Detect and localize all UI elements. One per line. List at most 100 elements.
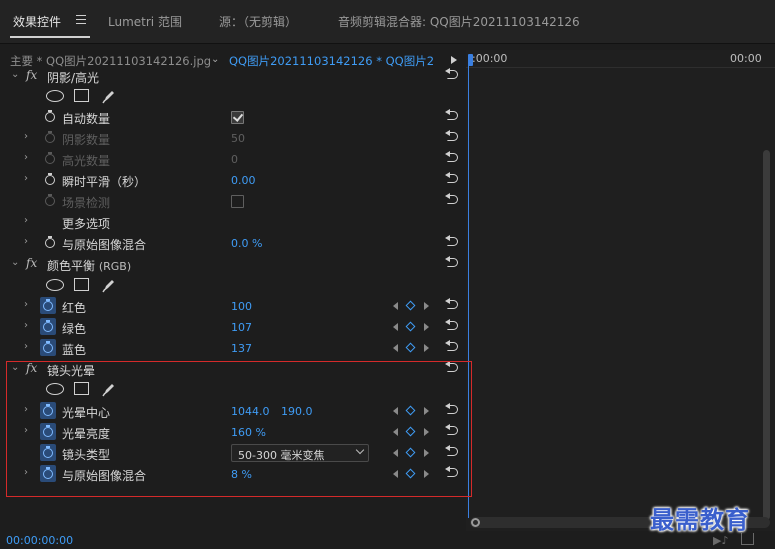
sequence-clip-selector[interactable]: QQ图片20211103142126 * QQ图片2... bbox=[229, 53, 434, 69]
param-value[interactable]: 107 bbox=[231, 321, 252, 334]
zoom-handle[interactable] bbox=[471, 518, 480, 527]
pen-mask-icon[interactable] bbox=[101, 88, 117, 104]
master-clip-selector[interactable]: 主要 * QQ图片20211103142126.jpg bbox=[10, 53, 211, 69]
reset-icon[interactable] bbox=[445, 151, 459, 163]
effect-header-lens-flare[interactable]: ⌄ fx 镜头光晕 bbox=[0, 359, 466, 380]
flare-center-y[interactable]: 190.0 bbox=[281, 405, 313, 418]
reset-icon[interactable] bbox=[445, 445, 459, 457]
stopwatch-icon[interactable] bbox=[40, 318, 56, 335]
add-keyframe-icon[interactable] bbox=[405, 468, 416, 479]
chevron-right-icon[interactable]: › bbox=[24, 467, 28, 478]
stopwatch-icon[interactable] bbox=[40, 444, 56, 461]
reset-icon[interactable] bbox=[445, 68, 459, 80]
more-options-row[interactable]: › 更多选项 bbox=[0, 212, 466, 233]
param-value[interactable]: 137 bbox=[231, 342, 252, 355]
lens-type-dropdown[interactable]: 50-300 毫米变焦 bbox=[231, 444, 369, 462]
stopwatch-icon[interactable] bbox=[44, 173, 56, 186]
add-keyframe-icon[interactable] bbox=[405, 300, 416, 311]
stopwatch-icon[interactable] bbox=[40, 297, 56, 314]
previous-keyframe-icon[interactable] bbox=[393, 344, 398, 352]
chevron-right-icon[interactable]: › bbox=[24, 341, 28, 352]
fx-icon[interactable]: fx bbox=[26, 361, 37, 375]
next-keyframe-icon[interactable] bbox=[424, 449, 429, 457]
reset-icon[interactable] bbox=[445, 193, 459, 205]
previous-keyframe-icon[interactable] bbox=[393, 323, 398, 331]
param-value[interactable]: 8 % bbox=[231, 468, 252, 481]
vertical-scrollbar[interactable] bbox=[763, 150, 770, 520]
time-ruler[interactable]: :00:00 00:00 bbox=[466, 50, 775, 68]
chevron-down-icon[interactable]: ⌄ bbox=[11, 257, 19, 268]
reset-icon[interactable] bbox=[445, 109, 459, 121]
chevron-right-icon[interactable]: › bbox=[24, 425, 28, 436]
chevron-right-icon[interactable]: › bbox=[24, 173, 28, 184]
reset-icon[interactable] bbox=[445, 403, 459, 415]
pen-mask-icon[interactable] bbox=[101, 381, 117, 397]
effect-header-color-balance[interactable]: ⌄ fx 颜色平衡 (RGB) bbox=[0, 254, 466, 275]
add-keyframe-icon[interactable] bbox=[405, 426, 416, 437]
next-keyframe-icon[interactable] bbox=[424, 428, 429, 436]
stopwatch-icon[interactable] bbox=[44, 110, 56, 123]
chevron-right-icon[interactable]: › bbox=[24, 131, 28, 142]
stopwatch-icon[interactable] bbox=[40, 402, 56, 419]
chevron-right-icon[interactable]: › bbox=[24, 152, 28, 163]
export-frame-icon[interactable] bbox=[741, 533, 754, 545]
more-options-label[interactable]: 更多选项 bbox=[62, 215, 110, 232]
reset-icon[interactable] bbox=[445, 361, 459, 373]
effect-header-shadow-highlight[interactable]: ⌄ fx 阴影/高光 bbox=[0, 68, 466, 87]
add-keyframe-icon[interactable] bbox=[405, 405, 416, 416]
reset-icon[interactable] bbox=[445, 172, 459, 184]
stopwatch-icon[interactable] bbox=[40, 423, 56, 440]
rectangle-mask-icon[interactable] bbox=[74, 382, 89, 395]
reset-icon[interactable] bbox=[445, 235, 459, 247]
effect-timeline[interactable]: :00:00 00:00 bbox=[466, 50, 775, 532]
previous-keyframe-icon[interactable] bbox=[393, 449, 398, 457]
reset-icon[interactable] bbox=[445, 130, 459, 142]
tab-source[interactable]: 源：（无剪辑） bbox=[219, 13, 297, 30]
reset-icon[interactable] bbox=[445, 424, 459, 436]
stopwatch-icon[interactable] bbox=[44, 236, 56, 249]
playhead-line[interactable] bbox=[468, 62, 469, 518]
next-keyframe-icon[interactable] bbox=[424, 344, 429, 352]
value-number[interactable]: 8 bbox=[231, 468, 238, 481]
param-value[interactable]: 100 bbox=[231, 300, 252, 313]
param-value[interactable]: 0.0 % bbox=[231, 237, 262, 250]
next-keyframe-icon[interactable] bbox=[424, 323, 429, 331]
ellipse-mask-icon[interactable] bbox=[46, 90, 64, 102]
current-timecode[interactable]: 00:00:00:00 bbox=[6, 534, 73, 547]
reset-icon[interactable] bbox=[445, 319, 459, 331]
rectangle-mask-icon[interactable] bbox=[74, 278, 89, 291]
chevron-down-icon[interactable]: ⌄ bbox=[11, 69, 19, 80]
tab-effect-controls[interactable]: 效果控件 bbox=[13, 13, 61, 30]
pen-mask-icon[interactable] bbox=[101, 277, 117, 293]
chevron-right-icon[interactable]: › bbox=[24, 299, 28, 310]
stopwatch-icon[interactable] bbox=[40, 339, 56, 356]
fx-icon[interactable]: fx bbox=[26, 68, 37, 82]
previous-keyframe-icon[interactable] bbox=[393, 302, 398, 310]
previous-keyframe-icon[interactable] bbox=[393, 407, 398, 415]
param-value[interactable]: 0.00 bbox=[231, 174, 256, 187]
panel-menu-icon[interactable] bbox=[76, 15, 86, 24]
audio-scrub-icon[interactable]: ▶♪ bbox=[713, 534, 728, 547]
value-number[interactable]: 160 bbox=[231, 426, 252, 439]
stopwatch-icon[interactable] bbox=[40, 465, 56, 482]
previous-keyframe-icon[interactable] bbox=[393, 470, 398, 478]
reset-icon[interactable] bbox=[445, 466, 459, 478]
chevron-right-icon[interactable]: › bbox=[24, 404, 28, 415]
rectangle-mask-icon[interactable] bbox=[74, 89, 89, 102]
value-number[interactable]: 0.0 bbox=[231, 237, 249, 250]
next-keyframe-icon[interactable] bbox=[424, 302, 429, 310]
param-value[interactable]: 160 % bbox=[231, 426, 266, 439]
chevron-down-icon[interactable]: ⌄ bbox=[211, 54, 219, 65]
ellipse-mask-icon[interactable] bbox=[46, 383, 64, 395]
next-keyframe-icon[interactable] bbox=[424, 407, 429, 415]
add-keyframe-icon[interactable] bbox=[405, 321, 416, 332]
flare-center-x[interactable]: 1044.0 bbox=[231, 405, 270, 418]
ellipse-mask-icon[interactable] bbox=[46, 279, 64, 291]
reset-icon[interactable] bbox=[445, 340, 459, 352]
reset-icon[interactable] bbox=[445, 298, 459, 310]
add-keyframe-icon[interactable] bbox=[405, 447, 416, 458]
reset-icon[interactable] bbox=[445, 256, 459, 268]
auto-amount-checkbox[interactable] bbox=[231, 111, 244, 124]
fx-icon[interactable]: fx bbox=[26, 256, 37, 270]
chevron-right-icon[interactable]: › bbox=[24, 320, 28, 331]
